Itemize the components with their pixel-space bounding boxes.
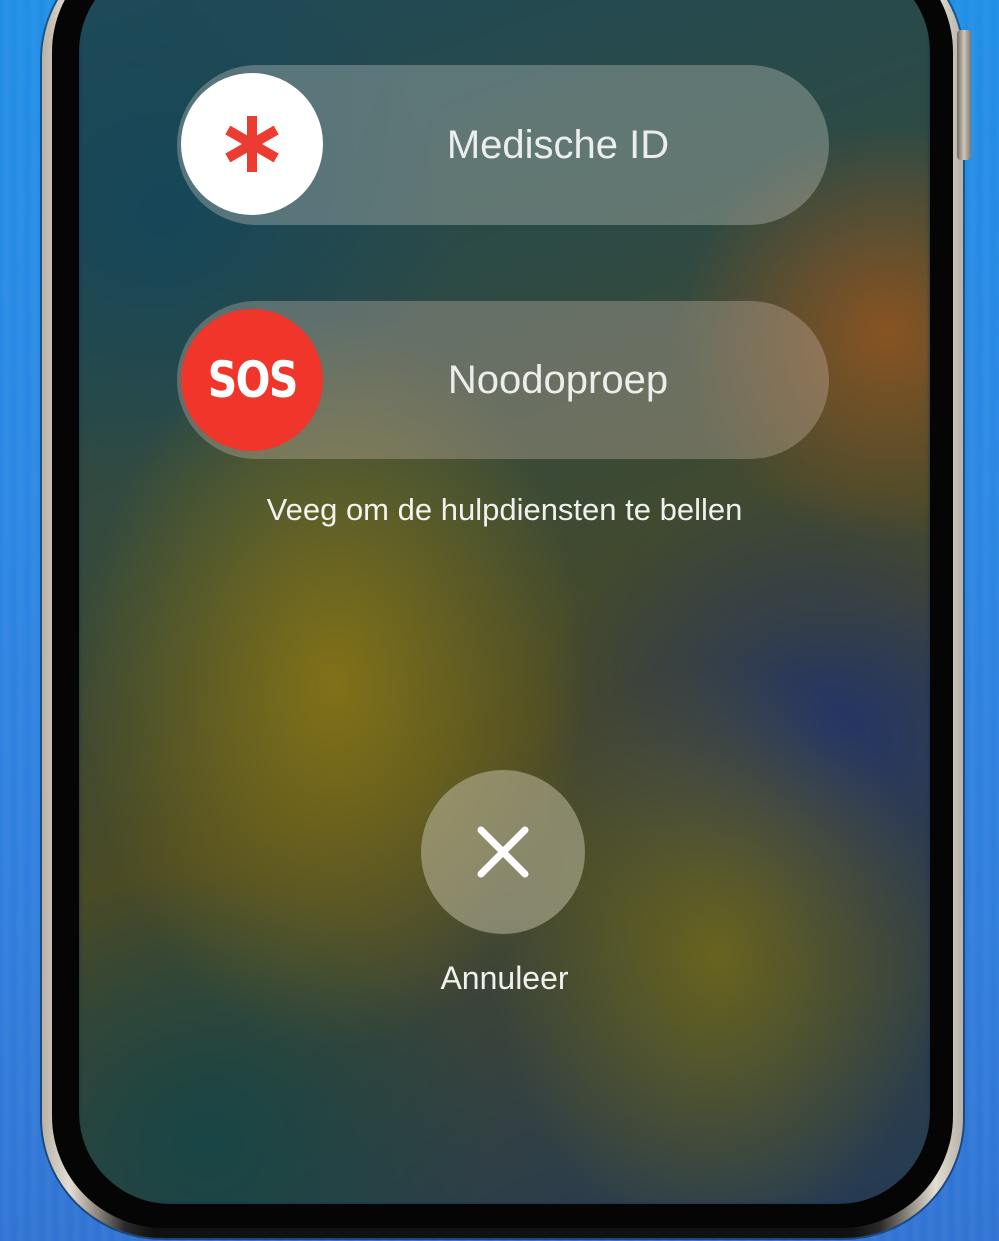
medical-id-slider[interactable]: Medische ID	[177, 65, 829, 225]
medical-id-knob[interactable]	[181, 73, 323, 215]
cancel-button[interactable]	[421, 770, 585, 934]
phone-screen: Medische ID SOS Noodoproep Veeg om de hu…	[79, 0, 930, 1204]
close-icon	[477, 826, 529, 878]
sos-knob-text: SOS	[207, 351, 299, 409]
side-button	[957, 30, 971, 160]
sos-knob[interactable]: SOS	[181, 309, 323, 451]
emergency-sos-slider[interactable]: SOS Noodoproep	[177, 301, 829, 459]
emergency-sos-label: Noodoproep	[447, 357, 669, 402]
cancel-label: Annuleer	[440, 960, 569, 996]
asterisk-icon	[225, 116, 279, 172]
medical-id-label: Medische ID	[446, 122, 670, 167]
swipe-hint-text: Veeg om de hulpdiensten te bellen	[266, 492, 743, 527]
